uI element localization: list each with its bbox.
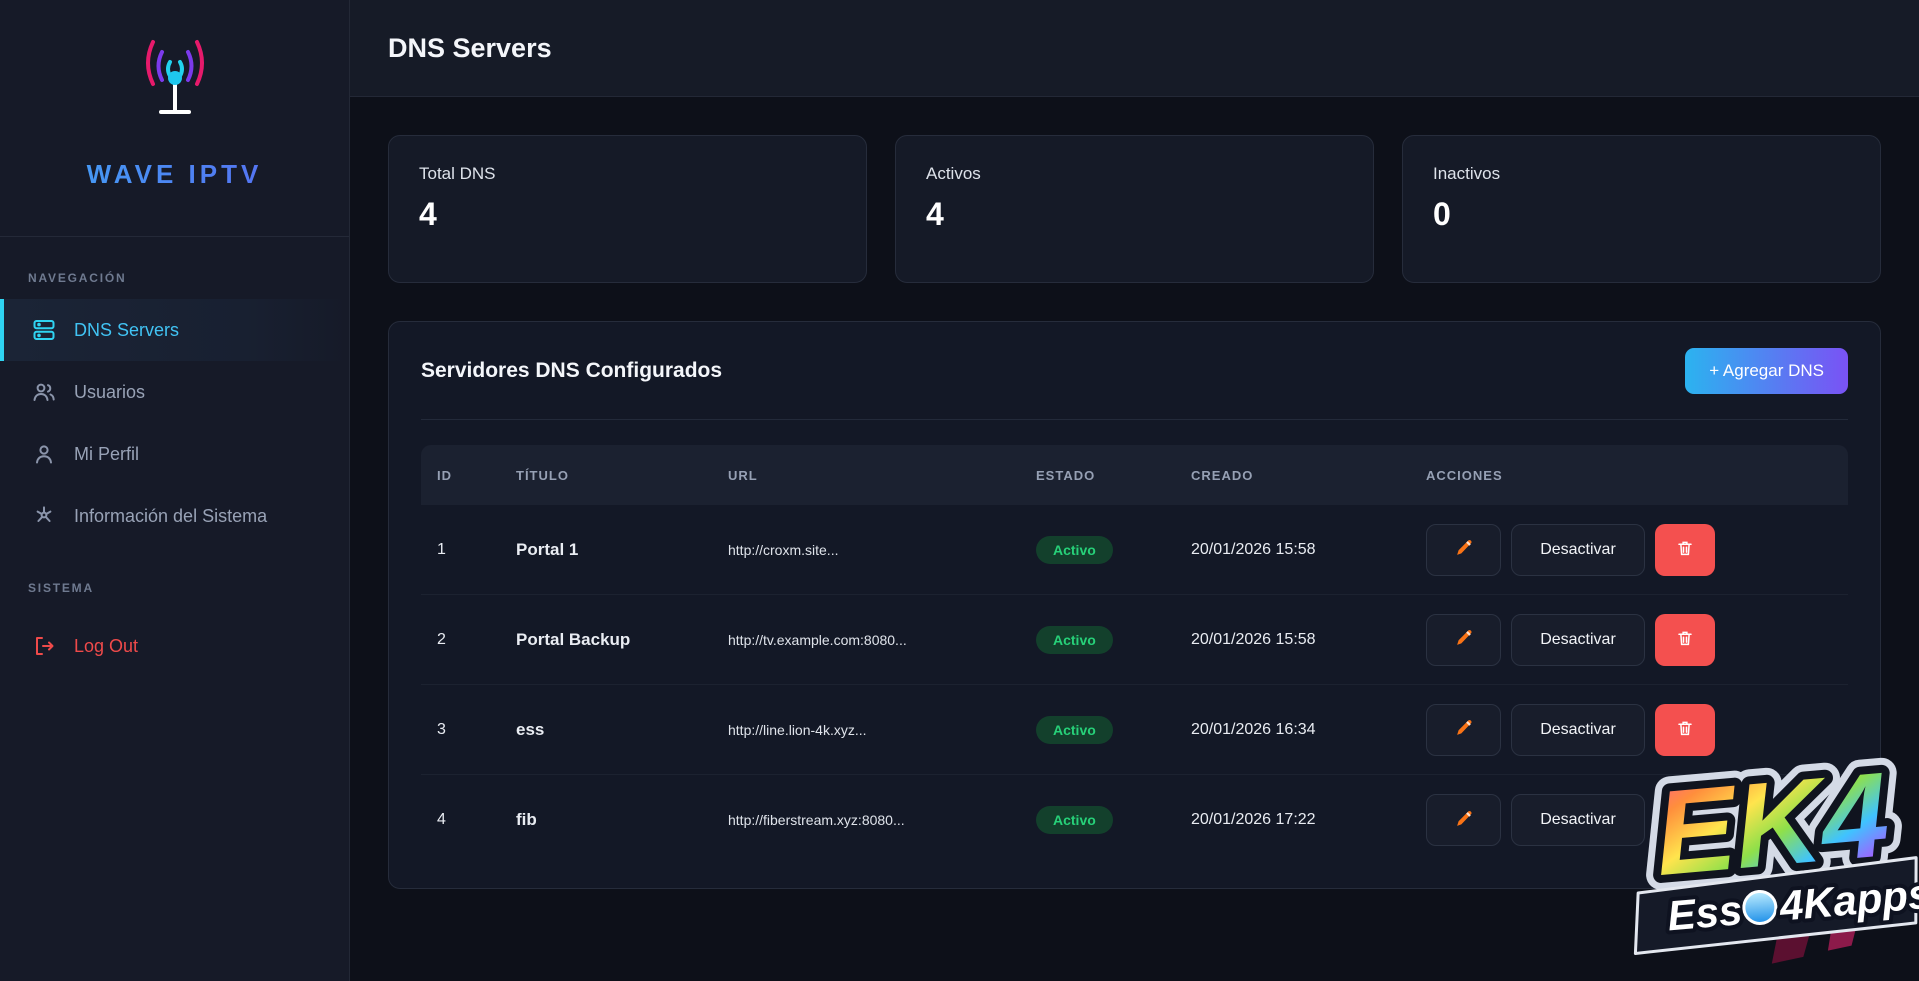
cell-actions: Desactivar [1426,794,1848,846]
table-row: 1 Portal 1 http://croxm.site... Activo 2… [421,505,1848,595]
stat-label: Total DNS [419,164,836,184]
trash-icon [1676,810,1694,831]
deactivate-button[interactable]: Desactivar [1511,614,1645,666]
column-header-creado: CREADO [1191,468,1426,483]
edit-button[interactable] [1426,704,1501,756]
edit-button[interactable] [1426,794,1501,846]
delete-button[interactable] [1655,524,1715,576]
sidebar-item-mi-perfil[interactable]: Mi Perfil [0,423,349,485]
sidebar-item-usuarios[interactable]: Usuarios [0,361,349,423]
page-title: DNS Servers [388,33,552,64]
cell-created: 20/01/2026 15:58 [1191,541,1426,559]
cell-url: http://croxm.site... [728,542,1036,558]
add-dns-button[interactable]: + Agregar DNS [1685,348,1848,394]
stat-card-activos: Activos 4 [895,135,1374,283]
app-root: WAVE IPTV NAVEGACIÓN DNS Servers [0,0,1919,981]
pencil-icon [1453,627,1475,652]
cell-created: 20/01/2026 16:34 [1191,721,1426,739]
trash-icon [1676,539,1694,560]
delete-button[interactable] [1655,794,1715,846]
pencil-icon [1453,537,1475,562]
panel-header: Servidores DNS Configurados + Agregar DN… [421,322,1848,420]
cell-id: 4 [421,811,516,829]
cell-id: 3 [421,721,516,739]
cell-created: 20/01/2026 17:22 [1191,811,1426,829]
stat-label: Activos [926,164,1343,184]
sidebar-item-label: Información del Sistema [74,506,267,527]
dns-panel: Servidores DNS Configurados + Agregar DN… [388,321,1881,889]
panel-title: Servidores DNS Configurados [421,359,722,383]
sidebar-item-dns-servers[interactable]: DNS Servers [0,299,349,361]
sidebar-nav: DNS Servers Usuarios [0,299,349,547]
cell-title: Portal Backup [516,630,728,650]
column-header-id: ID [421,468,516,483]
brand-title: WAVE IPTV [0,159,349,190]
stats-row: Total DNS 4 Activos 4 Inactivos 0 [388,135,1881,283]
users-icon [32,380,56,404]
column-header-url: URL [728,468,1036,483]
deactivate-button[interactable]: Desactivar [1511,704,1645,756]
cell-title: fib [516,810,728,830]
system-section-label: SISTEMA [0,547,349,609]
cell-url: http://tv.example.com:8080... [728,632,1036,648]
edit-button[interactable] [1426,524,1501,576]
antenna-logo [127,28,223,120]
sidebar-item-label: Mi Perfil [74,444,139,465]
server-stack-icon [32,318,56,342]
table-row: 3 ess http://line.lion-4k.xyz... Activo … [421,685,1848,775]
cell-id: 2 [421,631,516,649]
cell-created: 20/01/2026 15:58 [1191,631,1426,649]
pencil-icon [1453,808,1475,833]
cell-actions: Desactivar [1426,704,1848,756]
status-badge: Activo [1036,626,1113,654]
status-badge: Activo [1036,536,1113,564]
sidebar-item-label: DNS Servers [74,320,179,341]
cell-url: http://line.lion-4k.xyz... [728,722,1036,738]
dns-table: ID TÍTULO URL ESTADO CREADO ACCIONES 1 P… [421,445,1848,865]
stat-card-total-dns: Total DNS 4 [388,135,867,283]
content: Total DNS 4 Activos 4 Inactivos 0 Servid… [350,97,1919,927]
stat-card-inactivos: Inactivos 0 [1402,135,1881,283]
stat-value: 4 [926,196,1343,233]
column-header-estado: ESTADO [1036,468,1191,483]
cell-url: http://fiberstream.xyz:8080... [728,812,1036,828]
table-header-row: ID TÍTULO URL ESTADO CREADO ACCIONES [421,445,1848,505]
trash-icon [1676,719,1694,740]
status-badge: Activo [1036,806,1113,834]
cell-title: Portal 1 [516,540,728,560]
trash-icon [1676,629,1694,650]
sidebar: WAVE IPTV NAVEGACIÓN DNS Servers [0,0,350,981]
status-badge: Activo [1036,716,1113,744]
cell-id: 1 [421,541,516,559]
sidebar-item-label: Usuarios [74,382,145,403]
pencil-icon [1453,717,1475,742]
stat-label: Inactivos [1433,164,1850,184]
sidebar-item-informacion-del-sistema[interactable]: Información del Sistema [0,485,349,547]
table-row: 2 Portal Backup http://tv.example.com:80… [421,595,1848,685]
column-header-acciones: ACCIONES [1426,468,1848,483]
user-icon [32,442,56,466]
delete-button[interactable] [1655,614,1715,666]
delete-button[interactable] [1655,704,1715,756]
column-header-titulo: TÍTULO [516,468,728,483]
edit-button[interactable] [1426,614,1501,666]
nav-section-label: NAVEGACIÓN [0,237,349,299]
deactivate-button[interactable]: Desactivar [1511,794,1645,846]
stat-value: 4 [419,196,836,233]
deactivate-button[interactable]: Desactivar [1511,524,1645,576]
top-header: DNS Servers [350,0,1919,97]
logout-icon [32,634,56,658]
stat-value: 0 [1433,196,1850,233]
logo-block: WAVE IPTV [0,0,349,190]
table-row: 4 fib http://fiberstream.xyz:8080... Act… [421,775,1848,865]
cell-actions: Desactivar [1426,524,1848,576]
system-info-icon [32,504,56,528]
cell-actions: Desactivar [1426,614,1848,666]
logout-label: Log Out [74,636,138,657]
main-area: DNS Servers Total DNS 4 Activos 4 Inacti… [350,0,1919,981]
cell-title: ess [516,720,728,740]
logout-button[interactable]: Log Out [0,615,349,677]
